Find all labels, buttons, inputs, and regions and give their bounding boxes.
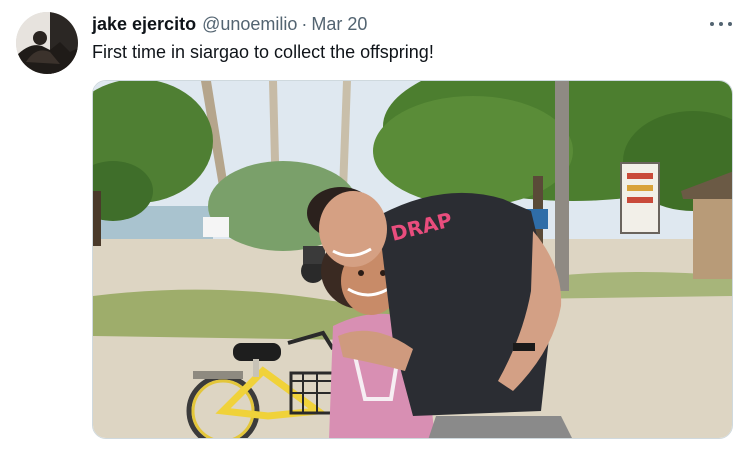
more-horizontal-icon[interactable]	[710, 14, 732, 34]
hut	[693, 199, 732, 279]
utility-pole	[555, 81, 569, 291]
avatar-image	[16, 12, 78, 74]
more-dot	[728, 22, 732, 26]
tweet-date[interactable]: Mar 20	[311, 14, 367, 35]
tweet-card[interactable]: jake ejercito @unoemilio · Mar 20 First …	[0, 0, 750, 450]
sign-stripe	[627, 197, 653, 203]
tweet-text: First time in siargao to collect the off…	[92, 42, 434, 62]
author-handle[interactable]: @unoemilio	[202, 14, 297, 35]
sign-stripe	[627, 185, 653, 191]
photo-scene: DRAP	[93, 81, 732, 438]
more-dot	[719, 22, 723, 26]
sign-stripe	[627, 173, 653, 179]
tweet-photo[interactable]: DRAP	[92, 80, 733, 439]
separator-dot: ·	[301, 14, 308, 34]
motorbike	[303, 246, 325, 264]
avatar[interactable]	[16, 12, 78, 74]
more-dot	[710, 22, 714, 26]
author-name[interactable]: jake ejercito	[92, 14, 196, 35]
tree-trunk	[93, 191, 101, 246]
tweet-header: jake ejercito @unoemilio · Mar 20	[92, 14, 367, 38]
white-chair	[203, 217, 229, 237]
